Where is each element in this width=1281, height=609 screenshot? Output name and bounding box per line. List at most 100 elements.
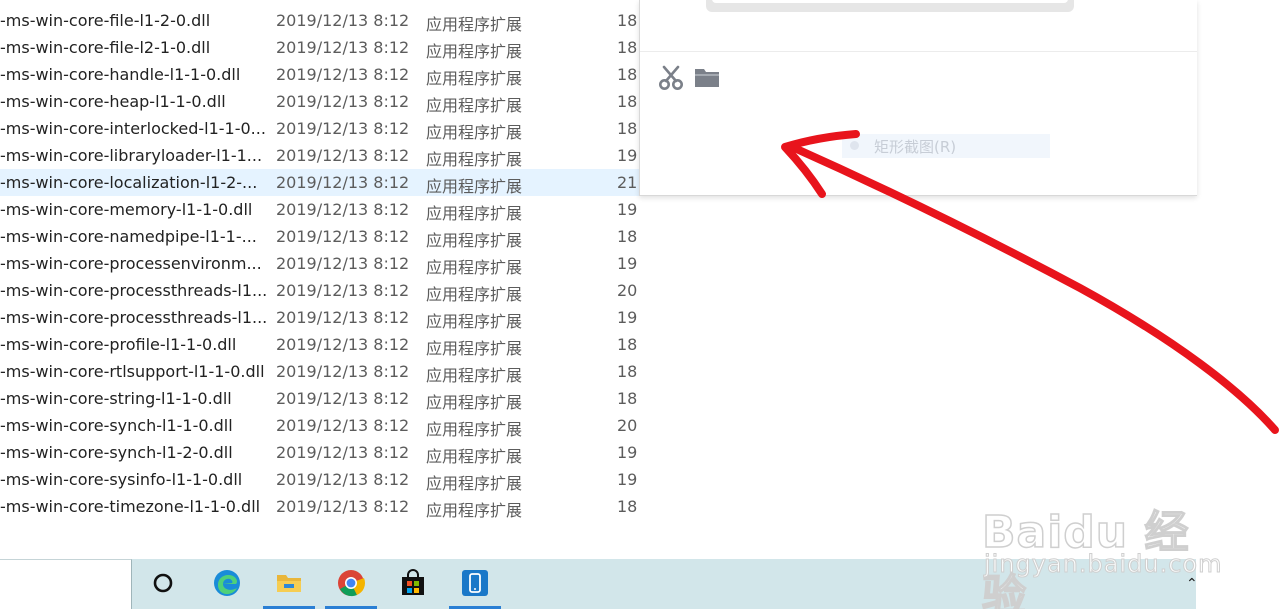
cortana-icon [153,573,173,593]
chrome-icon [338,570,365,597]
file-row[interactable]: -ms-win-core-timezone-l1-1-0.dll 2019/12/… [0,493,640,520]
file-date: 2019/12/13 8:12 [276,200,410,219]
file-date: 2019/12/13 8:12 [276,146,410,165]
file-date: 2019/12/13 8:12 [276,173,410,192]
file-size: 18 [617,11,638,30]
file-size: 18 KB [617,497,640,516]
file-row[interactable]: -ms-win-core-rtlsupport-l1-1-0.dll 2019/1… [0,358,640,385]
file-type: 应用程序扩展 [426,96,523,115]
file-row[interactable]: -ms-win-core-processenvironm... 2019/12/1… [0,250,640,277]
watermark-url: jingyan.baidu.com [983,550,1223,579]
file-name: -ms-win-core-interlocked-l1-1-0... [0,119,266,138]
file-size: 19 [617,146,638,165]
file-date: 2019/12/13 8:12 [276,65,410,84]
taskbar-cortana-button[interactable] [137,559,189,609]
file-row[interactable]: -ms-win-core-string-l1-1-0.dll 2019/12/13… [0,385,640,412]
taskbar-store-button[interactable] [387,559,439,609]
file-row[interactable]: -ms-win-core-synch-l1-1-0.dll 2019/12/13 … [0,412,640,439]
file-list: -ms-win-core-file-l1-2-0.dll 2019/12/13 8… [0,0,640,530]
taskbar-search-box[interactable] [0,559,132,609]
file-row[interactable]: -ms-win-core-libraryloader-l1-1... 2019/1… [0,142,640,169]
file-row[interactable]: -ms-win-core-heap-l1-1-0.dll 2019/12/13 8… [0,88,640,115]
file-row[interactable]: -ms-win-core-namedpipe-l1-1-... 2019/12/1… [0,223,640,250]
file-name: -ms-win-core-timezone-l1-1-0.dll [0,497,261,516]
file-type: 应用程序扩展 [426,420,523,439]
file-name: -ms-win-core-memory-l1-1-0.dll [0,200,253,219]
file-row[interactable]: -ms-win-core-sysinfo-l1-1-0.dll 2019/12/1… [0,466,640,493]
file-name: -ms-win-core-synch-l1-1-0.dll [0,416,233,435]
file-date: 2019/12/13 8:12 [276,38,410,57]
file-name: -ms-win-core-processthreads-l1... [0,281,268,300]
file-row[interactable]: -ms-win-core-memory-l1-1-0.dll 2019/12/13… [0,196,640,223]
file-size: 20 KB [617,281,640,300]
file-size: 19 KB [617,470,640,489]
taskbar-explorer-button[interactable] [263,559,315,609]
file-name: -ms-win-core-processenvironm... [0,254,262,273]
file-size: 18 KB [617,362,640,381]
file-type: 应用程序扩展 [426,339,523,358]
file-size: 18 KB [617,335,640,354]
file-size: 19 KB [617,308,640,327]
file-type: 应用程序扩展 [426,150,523,169]
file-row[interactable]: -ms-win-core-processthreads-l1... 2019/12… [0,304,640,331]
scissors-icon[interactable] [657,64,685,92]
snip-toolbar-frame [706,0,1074,12]
file-date: 2019/12/13 8:12 [276,443,410,462]
taskbar-edge-button[interactable] [201,559,253,609]
file-name: -ms-win-core-heap-l1-1-0.dll [0,92,226,111]
file-row[interactable]: -ms-win-core-processthreads-l1... 2019/12… [0,277,640,304]
rect-snip-label: 矩形截图(R) [874,138,957,156]
file-name: -ms-win-core-namedpipe-l1-1-... [0,227,257,246]
folder-icon[interactable] [693,64,721,92]
store-icon [402,569,424,595]
file-type: 应用程序扩展 [426,177,523,196]
file-row[interactable]: -ms-win-core-localization-l1-2-... 2019/1… [0,169,640,196]
file-date: 2019/12/13 8:12 [276,389,410,408]
snipping-tool-panel: 矩形截图(R) [639,0,1197,196]
rect-snip-menu-item[interactable]: 矩形截图(R) [842,134,1050,158]
edge-icon [214,570,240,596]
file-date: 2019/12/13 8:12 [276,470,410,489]
file-date: 2019/12/13 8:12 [276,92,410,111]
taskbar-chrome-button[interactable] [325,559,377,609]
file-size: 18 KB [617,227,640,246]
file-name: -ms-win-core-sysinfo-l1-1-0.dll [0,470,243,489]
file-row[interactable]: -ms-win-core-file-l1-2-0.dll 2019/12/13 8… [0,7,640,34]
file-type: 应用程序扩展 [426,366,523,385]
file-size: 19 KB [617,254,640,273]
file-type: 应用程序扩展 [426,447,523,466]
file-date: 2019/12/13 8:12 [276,362,410,381]
file-type: 应用程序扩展 [426,474,523,493]
file-size: 18 [617,119,638,138]
file-size: 19 KB [617,443,640,462]
file-row[interactable]: -ms-win-core-synch-l1-2-0.dll 2019/12/13 … [0,439,640,466]
file-date: 2019/12/13 8:12 [276,335,410,354]
file-type: 应用程序扩展 [426,231,523,250]
file-row[interactable]: -ms-win-core-file-l2-1-0.dll 2019/12/13 8… [0,34,640,61]
file-size: 18 [617,65,638,84]
file-name: -ms-win-core-processthreads-l1... [0,308,268,327]
file-row[interactable]: -ms-win-core-handle-l1-1-0.dll 2019/12/13… [0,61,640,88]
screenshot-stage: -ms-win-core-file-l1-2-0.dll 2019/12/13 8… [0,0,1281,609]
rect-snip-bullet [850,141,859,150]
file-size: 19 KB [617,200,640,219]
file-name: -ms-win-core-rtlsupport-l1-1-0.dll [0,362,265,381]
file-type: 应用程序扩展 [426,42,523,61]
file-date: 2019/12/13 8:12 [276,281,410,300]
file-explorer-icon [277,575,301,592]
file-size: 18 [617,38,638,57]
file-type: 应用程序扩展 [426,204,523,223]
file-row[interactable]: -ms-win-core-profile-l1-1-0.dll 2019/12/1… [0,331,640,358]
file-type: 应用程序扩展 [426,285,523,304]
snip-divider [640,51,1197,52]
file-size: 18 [617,92,638,111]
file-type: 应用程序扩展 [426,312,523,331]
file-size: 18 KB [617,389,640,408]
file-row[interactable]: -ms-win-core-interlocked-l1-1-0... 2019/1… [0,115,640,142]
file-type: 应用程序扩展 [426,501,523,520]
file-type: 应用程序扩展 [426,258,523,277]
file-type: 应用程序扩展 [426,15,523,34]
file-name: -ms-win-core-handle-l1-1-0.dll [0,65,241,84]
file-date: 2019/12/13 8:12 [276,416,410,435]
taskbar-phone-button[interactable] [449,559,501,609]
